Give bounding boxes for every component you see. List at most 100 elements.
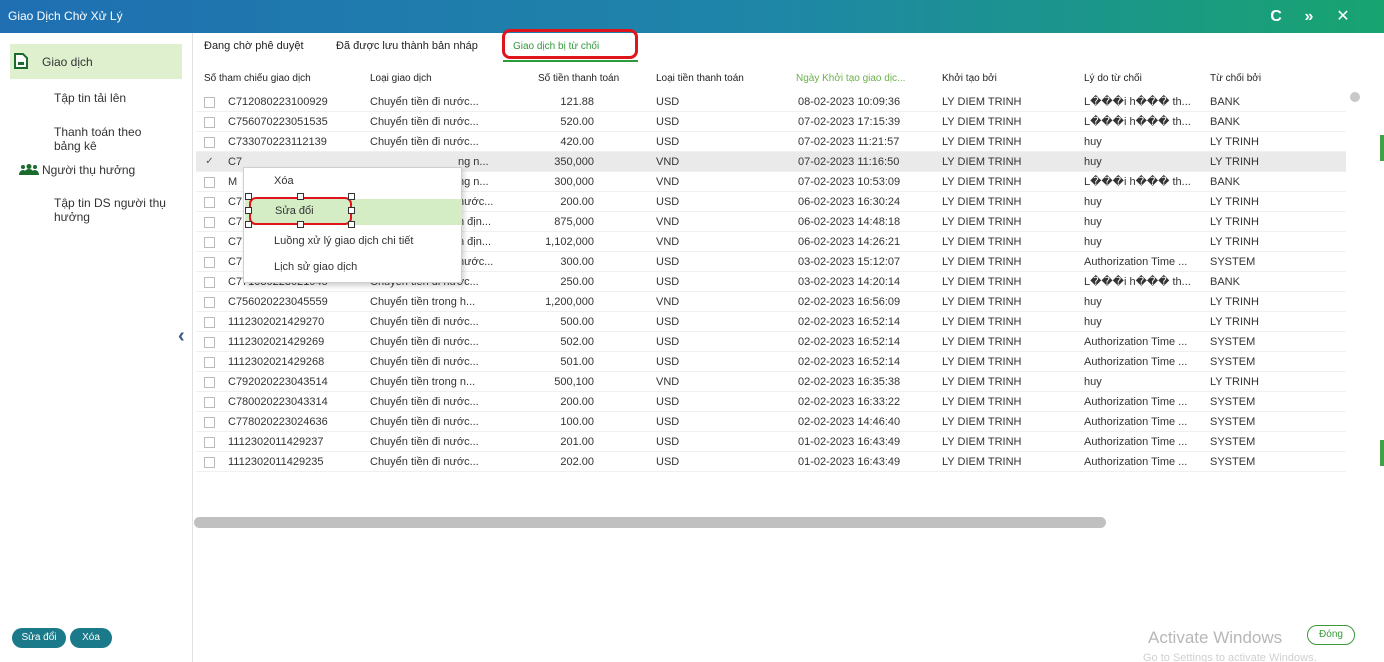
cell-type: Chuyển tiền đi nước...	[370, 96, 479, 108]
column-header[interactable]: Lý do từ chối	[1084, 66, 1142, 92]
row-checkbox[interactable]	[204, 177, 215, 188]
cell-rejected_by: SYSTEM	[1210, 416, 1256, 428]
cell-type: Chuyển tiền đi nước...	[370, 116, 479, 128]
cell-date: 06-02-2023 14:48:18	[798, 216, 901, 228]
sidebar-item-transactions[interactable]: Giao dịch	[10, 44, 182, 79]
cell-amount: 520.00	[560, 116, 594, 128]
cell-ref: 1112302021429268	[228, 356, 325, 368]
column-header[interactable]: Số tiền thanh toán	[538, 66, 619, 92]
cell-rejected_by: SYSTEM	[1210, 356, 1256, 368]
cell-amount: 250.00	[560, 276, 594, 288]
cell-date: 02-02-2023 16:52:14	[798, 356, 901, 368]
row-checkbox[interactable]	[204, 457, 215, 468]
cell-reason: huy	[1084, 216, 1102, 228]
delete-button[interactable]: Xóa	[70, 628, 112, 648]
table-row[interactable]: 1112302021429268 Chuyển tiền đi nước... 50…	[196, 352, 1346, 372]
cell-amount: 300.00	[560, 256, 594, 268]
cell-rejected_by: LY TRINH	[1210, 376, 1259, 388]
cell-by: LY DIEM TRINH	[942, 416, 1022, 428]
column-header[interactable]: Loại tiền thanh toán	[656, 66, 744, 92]
table-row[interactable]: 1112302021429270 Chuyển tiền đi nước... 50…	[196, 312, 1346, 332]
table-row[interactable]: C778020223024636 Chuyển tiền đi nước... 10…	[196, 412, 1346, 432]
cell-by: LY DIEM TRINH	[942, 376, 1022, 388]
column-header[interactable]: Khởi tạo bởi	[942, 66, 997, 92]
row-checkbox[interactable]	[204, 257, 215, 268]
cell-ref: C733070223112139	[228, 136, 327, 148]
cell-ref: 1112302011429237	[228, 436, 324, 448]
cell-reason: L���i h��� th...	[1084, 96, 1191, 108]
table-row[interactable]: C792020223043514 Chuyển tiền trong n... 50…	[196, 372, 1346, 392]
cell-type: Chuyển tiền đi nước...	[370, 356, 479, 368]
cell-by: LY DIEM TRINH	[942, 356, 1022, 368]
close-button[interactable]: Đóng	[1307, 625, 1355, 645]
cell-by: LY DIEM TRINH	[942, 456, 1022, 468]
row-checkbox[interactable]	[204, 337, 215, 348]
users-icon	[19, 164, 39, 179]
row-checkbox[interactable]	[204, 297, 215, 308]
column-header[interactable]: Loại giao dịch	[370, 66, 432, 92]
cell-rejected_by: BANK	[1210, 276, 1240, 288]
cell-reason: L���i h��� th...	[1084, 176, 1191, 188]
cell-type: Chuyển tiền đi nước...	[370, 436, 479, 448]
close-icon[interactable]: ✕	[1330, 4, 1356, 30]
cell-amount: 500,100	[554, 376, 594, 388]
cell-by: LY DIEM TRINH	[942, 236, 1022, 248]
cell-date: 02-02-2023 16:56:09	[798, 296, 901, 308]
table-row[interactable]: C756070223051535 Chuyển tiền đi nước... 52…	[196, 112, 1346, 132]
row-checkbox[interactable]	[204, 377, 215, 388]
cell-amount: 501.00	[560, 356, 594, 368]
context-menu-delete[interactable]: Xóa	[274, 175, 294, 187]
sidebar-item-label: Người thụ hưởng	[42, 163, 136, 177]
sidebar-item-uploads[interactable]: Tập tin tải lên	[10, 91, 182, 107]
row-checkbox[interactable]	[204, 437, 215, 448]
row-checkbox[interactable]	[204, 277, 215, 288]
table-row[interactable]: C780020223043314 Chuyển tiền đi nước... 20…	[196, 392, 1346, 412]
table-row[interactable]: 1112302011429237 Chuyển tiền đi nước... 20…	[196, 432, 1346, 452]
row-checkbox[interactable]	[204, 417, 215, 428]
expand-icon[interactable]: »	[1296, 4, 1322, 30]
cell-rejected_by: SYSTEM	[1210, 256, 1256, 268]
cell-rejected_by: BANK	[1210, 96, 1240, 108]
row-checkbox[interactable]: ✓	[204, 157, 215, 168]
edit-button[interactable]: Sửa đổi	[12, 628, 66, 648]
sidebar-item-beneficiaries[interactable]: Người thụ hưởng	[10, 163, 182, 179]
column-header[interactable]: Từ chối bởi	[1210, 66, 1261, 92]
row-checkbox[interactable]	[204, 397, 215, 408]
table-row[interactable]: 1112302021429269 Chuyển tiền đi nước... 50…	[196, 332, 1346, 352]
context-menu-history[interactable]: Lịch sử giao dịch	[274, 261, 357, 273]
row-checkbox[interactable]	[204, 97, 215, 108]
refresh-icon[interactable]: C	[1263, 4, 1289, 30]
row-checkbox[interactable]	[204, 137, 215, 148]
row-checkbox[interactable]	[204, 237, 215, 248]
tab-pending[interactable]: Đang chờ phê duyệt	[204, 40, 304, 52]
collapse-sidebar-icon[interactable]: ‹	[178, 325, 185, 348]
horizontal-scrollbar[interactable]	[194, 517, 1106, 528]
cell-rejected_by: LY TRINH	[1210, 196, 1259, 208]
row-checkbox[interactable]	[204, 217, 215, 228]
cell-currency: USD	[656, 316, 680, 328]
sidebar-item-bulk-payment[interactable]: Thanh toán theo bảng kê	[10, 125, 182, 155]
row-checkbox[interactable]	[204, 317, 215, 328]
column-header[interactable]: Số tham chiếu giao dịch	[204, 66, 311, 92]
cell-reason: L���i h��� th...	[1084, 116, 1191, 128]
row-checkbox[interactable]	[204, 197, 215, 208]
column-header-sorted[interactable]: Ngày Khởi tạo giao dịc...	[796, 66, 905, 92]
row-checkbox[interactable]	[204, 357, 215, 368]
cell-ref: C780020223043314	[228, 396, 328, 408]
cell-date: 01-02-2023 16:43:49	[798, 456, 901, 468]
table-row[interactable]: C756020223045559 Chuyển tiền trong h... 1,…	[196, 292, 1346, 312]
tab-drafts[interactable]: Đã được lưu thành bản nháp	[336, 40, 478, 52]
row-checkbox[interactable]	[204, 117, 215, 128]
cell-currency: VND	[656, 236, 680, 248]
table-row[interactable]: C733070223112139 Chuyển tiền đi nước... 42…	[196, 132, 1346, 152]
cell-rejected_by: LY TRINH	[1210, 156, 1259, 168]
resize-handle	[245, 207, 252, 214]
tab-rejected-highlight	[502, 29, 638, 59]
table-row[interactable]: 1112302011429235 Chuyển tiền đi nước... 20…	[196, 452, 1346, 472]
table-row[interactable]: C712080223100929 Chuyển tiền đi nước... 12…	[196, 92, 1346, 112]
cell-reason: L���i h��� th...	[1084, 276, 1191, 288]
cell-by: LY DIEM TRINH	[942, 216, 1022, 228]
context-menu-flow-detail[interactable]: Luồng xử lý giao dịch chi tiết	[274, 235, 413, 247]
vertical-scrollbar[interactable]	[1350, 92, 1360, 102]
sidebar-item-beneficiary-files[interactable]: Tập tin DS người thụ hưởng	[10, 196, 182, 226]
